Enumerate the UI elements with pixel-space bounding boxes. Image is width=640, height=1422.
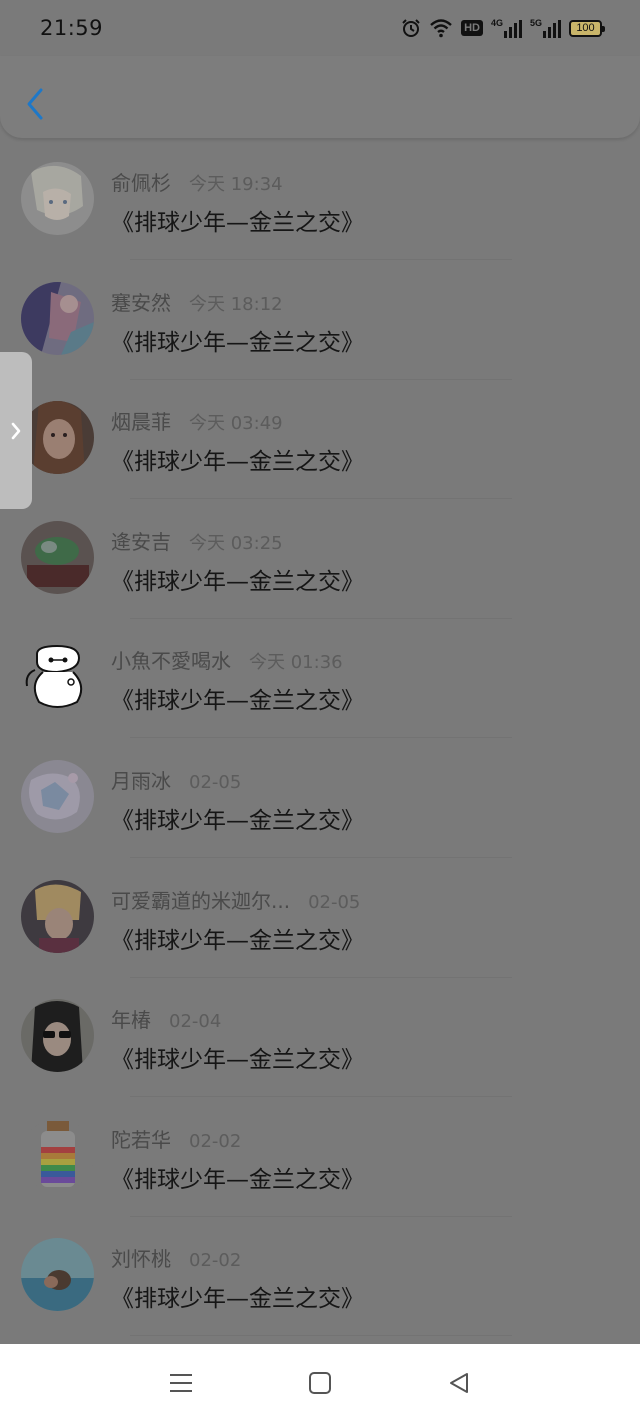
item-meta: 小魚不愛喝水 今天 01:36 [111,645,343,674]
signal-icon [503,19,522,38]
item-time: 今天 01:36 [249,652,343,674]
list-item[interactable]: 刘怀桃 02-02 《排球少年—金兰之交》 [0,1217,640,1337]
back-button[interactable] [18,84,52,124]
divider [130,1335,512,1337]
item-message: 《排球少年—金兰之交》 [111,927,364,954]
item-message: 《排球少年—金兰之交》 [111,1166,364,1193]
item-meta: 月雨冰 02-05 [111,765,241,794]
item-message: 《排球少年—金兰之交》 [111,449,364,476]
message-list: 俞佩杉 今天 19:34 《排球少年—金兰之交》 蹇安然 今天 18:12 《排… [0,141,640,1337]
item-meta: 烟晨菲 今天 03:49 [111,406,283,435]
signal-5g: 5G [529,17,561,38]
avatar [21,999,94,1073]
menu-icon [170,1374,193,1392]
hd-icon: HD [461,20,483,36]
side-drawer-handle[interactable] [0,352,32,509]
avatar [21,162,94,235]
battery-icon: 100 [569,19,605,37]
net-5g-label: 5G [529,17,542,28]
item-message: 《排球少年—金兰之交》 [111,688,364,715]
menu-button[interactable] [161,1363,201,1403]
signal-4g: 4G [490,17,522,38]
avatar [21,1238,94,1312]
item-name: 可爱霸道的米迦尔... [111,888,291,913]
status-time: 21:59 [40,16,104,40]
avatar [21,759,94,833]
battery-level: 100 [576,21,595,34]
item-meta: 俞佩杉 今天 19:34 [111,167,283,196]
item-time: 02-04 [169,1011,222,1033]
list-item[interactable]: 年椿 02-04 《排球少年—金兰之交》 [0,978,640,1098]
item-time: 02-02 [189,1250,242,1272]
item-meta: 蹇安然 今天 18:12 [111,287,283,316]
net-4g-label: 4G [490,17,503,28]
status-icons: HD 4G 5G 100 [401,17,605,38]
list-item[interactable]: 小魚不愛喝水 今天 01:36 《排球少年—金兰之交》 [0,619,640,739]
avatar [21,1118,94,1192]
list-item[interactable]: 俞佩杉 今天 19:34 《排球少年—金兰之交》 [0,141,640,261]
navigation-bar [0,1344,640,1422]
list-item[interactable]: 蹇安然 今天 18:12 《排球少年—金兰之交》 [0,261,640,381]
item-meta: 逄安吉 今天 03:25 [111,526,283,555]
home-icon [308,1372,331,1394]
item-meta: 可爱霸道的米迦尔... 02-05 [111,885,360,914]
item-name: 小魚不愛喝水 [111,649,231,674]
list-item[interactable]: 逄安吉 今天 03:25 《排球少年—金兰之交》 [0,500,640,620]
item-name: 陀若华 [111,1127,171,1152]
item-time: 今天 03:25 [189,532,283,554]
signal-icon [543,19,561,38]
item-time: 今天 03:49 [189,413,283,435]
item-time: 02-05 [308,891,361,913]
header [0,56,640,138]
item-message: 《排球少年—金兰之交》 [111,568,364,595]
item-message: 《排球少年—金兰之交》 [111,1286,364,1313]
item-time: 今天 18:12 [189,293,283,315]
item-time: 02-05 [189,771,242,793]
avatar [21,640,94,714]
home-button[interactable] [300,1363,340,1403]
alarm-icon [402,19,420,37]
list-item[interactable]: 月雨冰 02-05 《排球少年—金兰之交》 [0,739,640,859]
chevron-left-icon [27,88,43,120]
list-item[interactable]: 可爱霸道的米迦尔... 02-05 《排球少年—金兰之交》 [0,859,640,979]
item-name: 蹇安然 [111,290,171,315]
item-name: 月雨冰 [111,768,171,793]
status-bar: 21:59 HD 4G 5G 100 [0,0,640,56]
item-message: 《排球少年—金兰之交》 [111,329,364,356]
chevron-right-icon [11,422,21,439]
back-nav-button[interactable] [439,1363,479,1403]
list-item[interactable]: 陀若华 02-02 《排球少年—金兰之交》 [0,1098,640,1218]
item-meta: 刘怀桃 02-02 [111,1243,241,1272]
avatar [21,520,94,594]
item-message: 《排球少年—金兰之交》 [111,807,364,834]
item-name: 俞佩杉 [111,171,171,195]
item-time: 02-02 [189,1130,242,1152]
item-meta: 年椿 02-04 [111,1004,221,1033]
avatar [21,879,94,953]
back-icon [449,1373,468,1393]
item-time: 今天 19:34 [189,174,283,195]
item-message: 《排球少年—金兰之交》 [111,210,364,236]
item-name: 逄安吉 [111,529,171,554]
list-item[interactable]: 烟晨菲 今天 03:49 《排球少年—金兰之交》 [0,380,640,500]
wifi-icon [430,19,452,38]
item-name: 烟晨菲 [111,410,171,435]
avatar [21,281,94,355]
item-name: 刘怀桃 [111,1247,171,1272]
item-message: 《排球少年—金兰之交》 [111,1047,364,1074]
item-name: 年椿 [111,1008,151,1033]
item-meta: 陀若华 02-02 [111,1124,241,1153]
